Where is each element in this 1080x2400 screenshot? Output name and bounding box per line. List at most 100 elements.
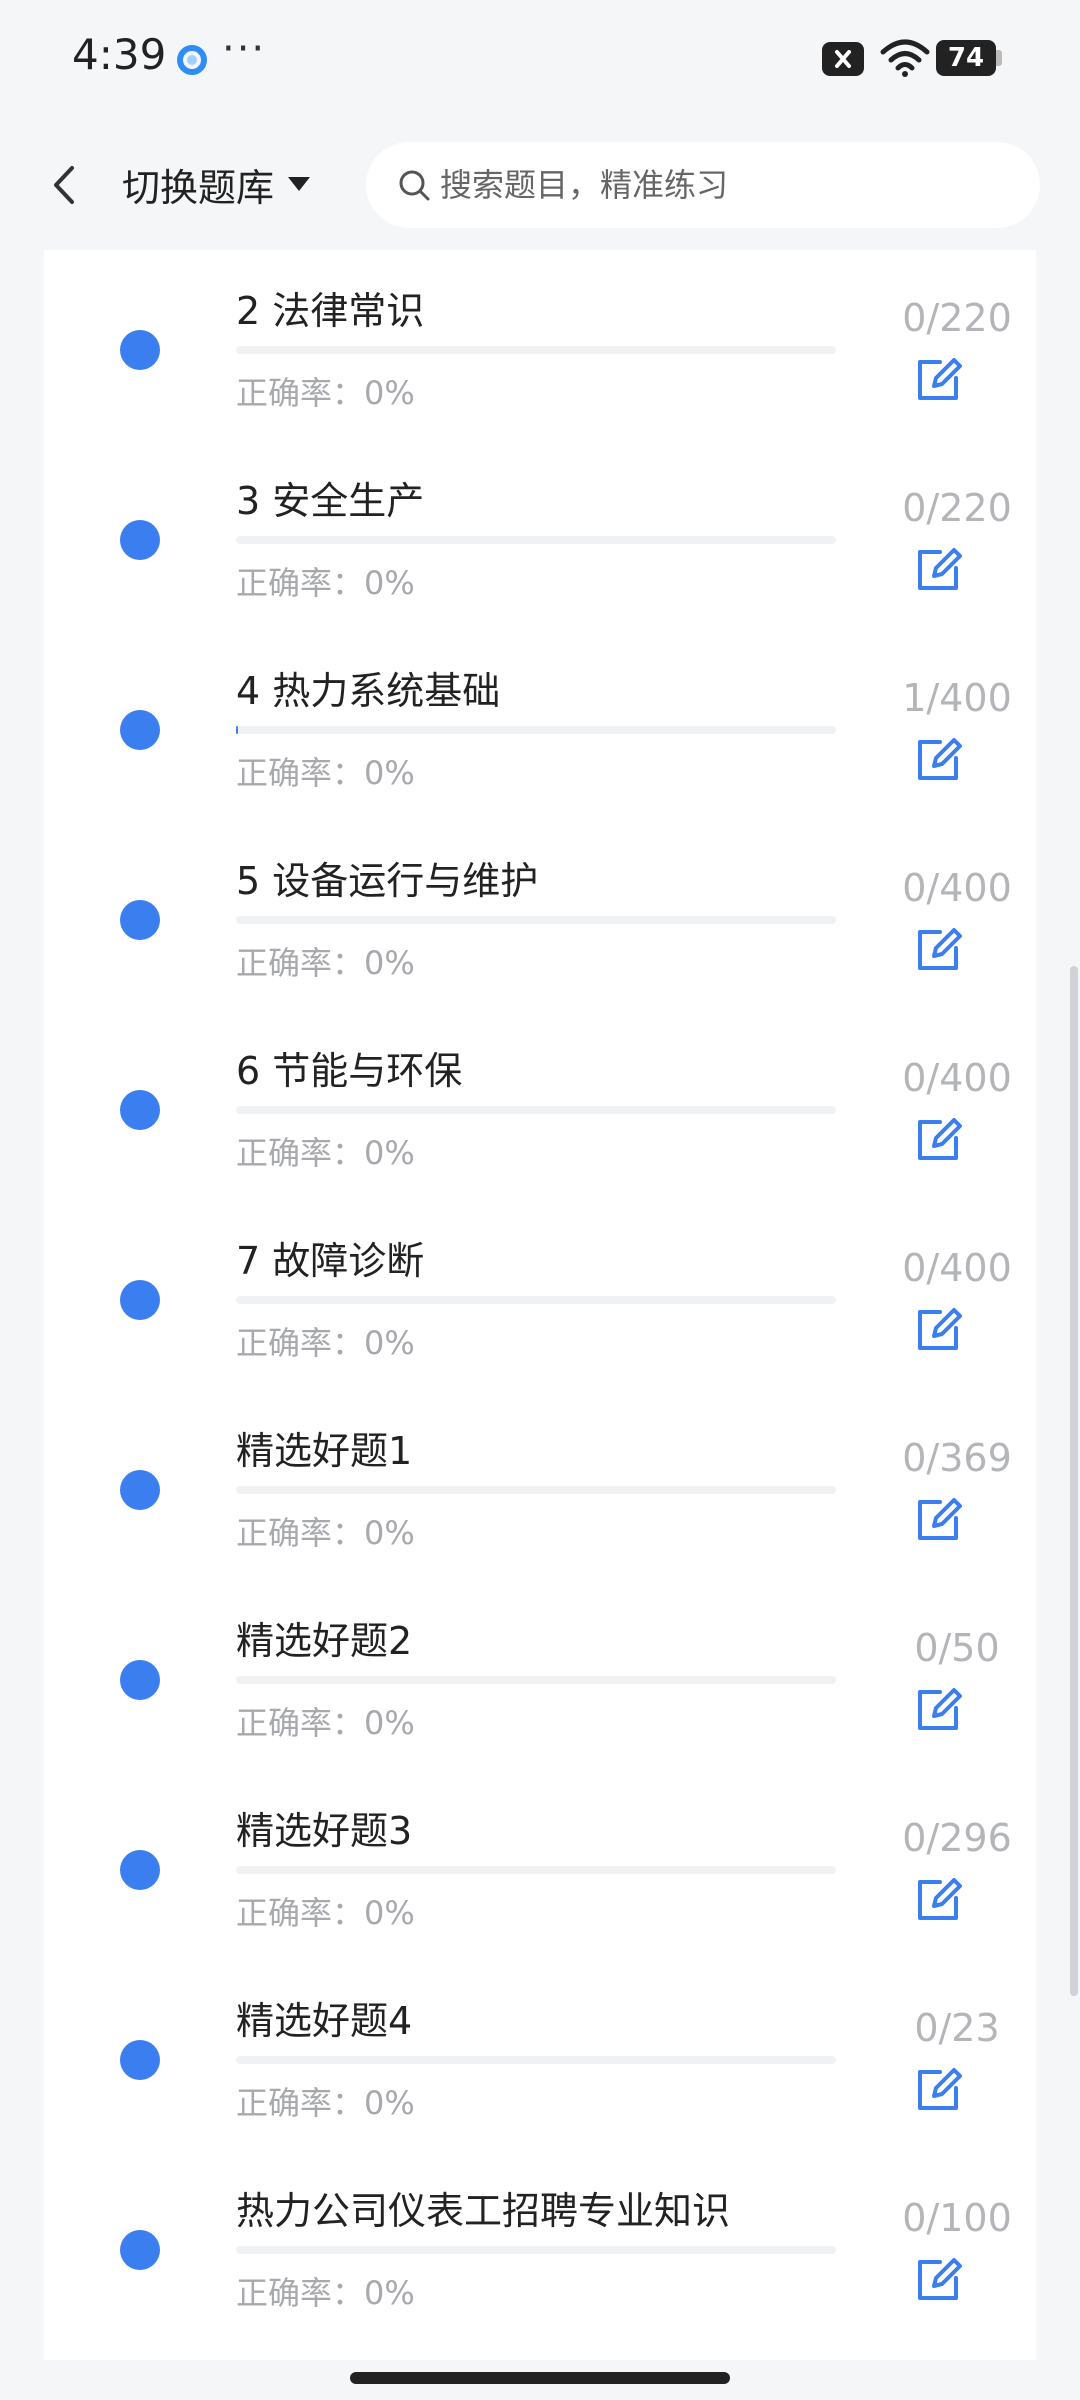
- chapter-title: 精选好题2: [236, 1619, 413, 1663]
- chapter-row[interactable]: 热力公司仪表工招聘专业知识 正确率：0% 0/100: [44, 2150, 1036, 2340]
- chapter-title: 7 故障诊断: [236, 1239, 425, 1283]
- edit-practice-icon[interactable]: [914, 2066, 964, 2112]
- chapter-row[interactable]: 5 设备运行与维护 正确率：0% 0/400: [44, 820, 1036, 1010]
- back-arrow-icon[interactable]: [40, 160, 90, 210]
- chapter-dot-icon: [120, 900, 160, 940]
- chapter-row[interactable]: 精选好题4 正确率：0% 0/23: [44, 1960, 1036, 2150]
- chapter-row[interactable]: 2 法律常识 正确率：0% 0/220: [44, 250, 1036, 440]
- status-bar: 4:39 ··· 74: [0, 0, 1080, 118]
- edit-practice-icon[interactable]: [914, 1496, 964, 1542]
- accuracy-text: 正确率：0%: [236, 1318, 415, 1364]
- edit-practice-icon[interactable]: [914, 1306, 964, 1352]
- chapter-dot-icon: [120, 1470, 160, 1510]
- chapter-dot-icon: [120, 2230, 160, 2270]
- question-count: 0/220: [902, 486, 1012, 530]
- question-count: 0/400: [902, 1056, 1012, 1100]
- question-count: 0/23: [914, 2006, 1000, 2050]
- accuracy-text: 正确率：0%: [236, 1128, 415, 1174]
- edit-practice-icon[interactable]: [914, 2256, 964, 2302]
- chapter-row[interactable]: 精选好题3 正确率：0% 0/296: [44, 1770, 1036, 1960]
- accuracy-text: 正确率：0%: [236, 748, 415, 794]
- accuracy-text: 正确率：0%: [236, 1698, 415, 1744]
- accuracy-label: 正确率：: [236, 1324, 365, 1362]
- edit-practice-icon[interactable]: [914, 356, 964, 402]
- accuracy-label: 正确率：: [236, 564, 365, 602]
- accuracy-label: 正确率：: [236, 1894, 365, 1932]
- chapter-title: 精选好题4: [236, 1999, 413, 2043]
- progress-fill: [236, 726, 238, 734]
- battery-tip: [996, 50, 1002, 66]
- question-count: 0/369: [902, 1436, 1012, 1480]
- accuracy-text: 正确率：0%: [236, 368, 415, 414]
- question-count: 0/400: [902, 1246, 1012, 1290]
- battery-level: 74: [947, 43, 985, 73]
- chapter-dot-icon: [120, 710, 160, 750]
- edit-practice-icon[interactable]: [914, 546, 964, 592]
- battery-icon: 74: [936, 40, 996, 76]
- chapter-row[interactable]: 3 安全生产 正确率：0% 0/220: [44, 440, 1036, 630]
- search-box[interactable]: [366, 142, 1040, 228]
- chapter-title: 6 节能与环保: [236, 1049, 463, 1093]
- scrollbar[interactable]: [1070, 966, 1078, 1996]
- search-input[interactable]: [440, 166, 1000, 204]
- accuracy-label: 正确率：: [236, 1134, 365, 1172]
- search-icon: [399, 170, 430, 201]
- progress-track: [236, 346, 836, 354]
- progress-track: [236, 2056, 836, 2064]
- chapter-row[interactable]: 6 节能与环保 正确率：0% 0/400: [44, 1010, 1036, 1200]
- accuracy-text: 正确率：0%: [236, 1888, 415, 1934]
- edit-practice-icon[interactable]: [914, 926, 964, 972]
- accuracy-label: 正确率：: [236, 1704, 365, 1742]
- chapter-row[interactable]: 精选好题2 正确率：0% 0/50: [44, 1580, 1036, 1770]
- question-count: 0/220: [902, 296, 1012, 340]
- accuracy-value: 0%: [364, 1514, 415, 1552]
- switch-bank-label: 切换题库: [122, 165, 275, 210]
- accuracy-value: 0%: [364, 1324, 415, 1362]
- home-indicator[interactable]: [350, 2372, 730, 2384]
- switch-bank-dropdown[interactable]: 切换题库: [122, 158, 312, 210]
- progress-track: [236, 1866, 836, 1874]
- accuracy-value: 0%: [364, 564, 415, 602]
- accuracy-text: 正确率：0%: [236, 558, 415, 604]
- accuracy-value: 0%: [364, 944, 415, 982]
- chapter-list: 2 法律常识 正确率：0% 0/220 3 安全生产 正确率：0% 0/220 …: [44, 250, 1036, 2360]
- progress-track: [236, 1486, 836, 1494]
- accuracy-label: 正确率：: [236, 2274, 365, 2312]
- chapter-dot-icon: [120, 520, 160, 560]
- accuracy-label: 正确率：: [236, 944, 365, 982]
- question-count: 0/296: [902, 1816, 1012, 1860]
- accuracy-text: 正确率：0%: [236, 2268, 415, 2314]
- progress-track: [236, 1106, 836, 1114]
- progress-track: [236, 1296, 836, 1304]
- accuracy-value: 0%: [364, 1134, 415, 1172]
- chapter-dot-icon: [120, 1850, 160, 1890]
- chapter-dot-icon: [120, 1090, 160, 1130]
- chapter-dot-icon: [120, 330, 160, 370]
- edit-practice-icon[interactable]: [914, 736, 964, 782]
- app-notification-icon: [177, 45, 207, 75]
- accuracy-value: 0%: [364, 754, 415, 792]
- chapter-dot-icon: [120, 1280, 160, 1320]
- chapter-dot-icon: [120, 2040, 160, 2080]
- accuracy-value: 0%: [364, 2084, 415, 2122]
- chapter-title: 精选好题3: [236, 1809, 413, 1853]
- accuracy-label: 正确率：: [236, 754, 365, 792]
- chapter-title: 3 安全生产: [236, 479, 425, 523]
- edit-practice-icon[interactable]: [914, 1116, 964, 1162]
- question-count: 0/50: [914, 1626, 1000, 1670]
- chapter-title: 4 热力系统基础: [236, 669, 501, 713]
- question-count: 1/400: [902, 676, 1012, 720]
- edit-practice-icon[interactable]: [914, 1876, 964, 1922]
- chapter-row[interactable]: 7 故障诊断 正确率：0% 0/400: [44, 1200, 1036, 1390]
- chapter-row[interactable]: 精选好题1 正确率：0% 0/369: [44, 1390, 1036, 1580]
- accuracy-label: 正确率：: [236, 374, 365, 412]
- accuracy-label: 正确率：: [236, 2084, 365, 2122]
- accuracy-value: 0%: [364, 1894, 415, 1932]
- status-time: 4:39: [72, 30, 167, 79]
- edit-practice-icon[interactable]: [914, 1686, 964, 1732]
- progress-track: [236, 726, 836, 734]
- accuracy-label: 正确率：: [236, 1514, 365, 1552]
- chapter-row[interactable]: 4 热力系统基础 正确率：0% 1/400: [44, 630, 1036, 820]
- question-count: 0/100: [902, 2196, 1012, 2240]
- progress-track: [236, 2246, 836, 2254]
